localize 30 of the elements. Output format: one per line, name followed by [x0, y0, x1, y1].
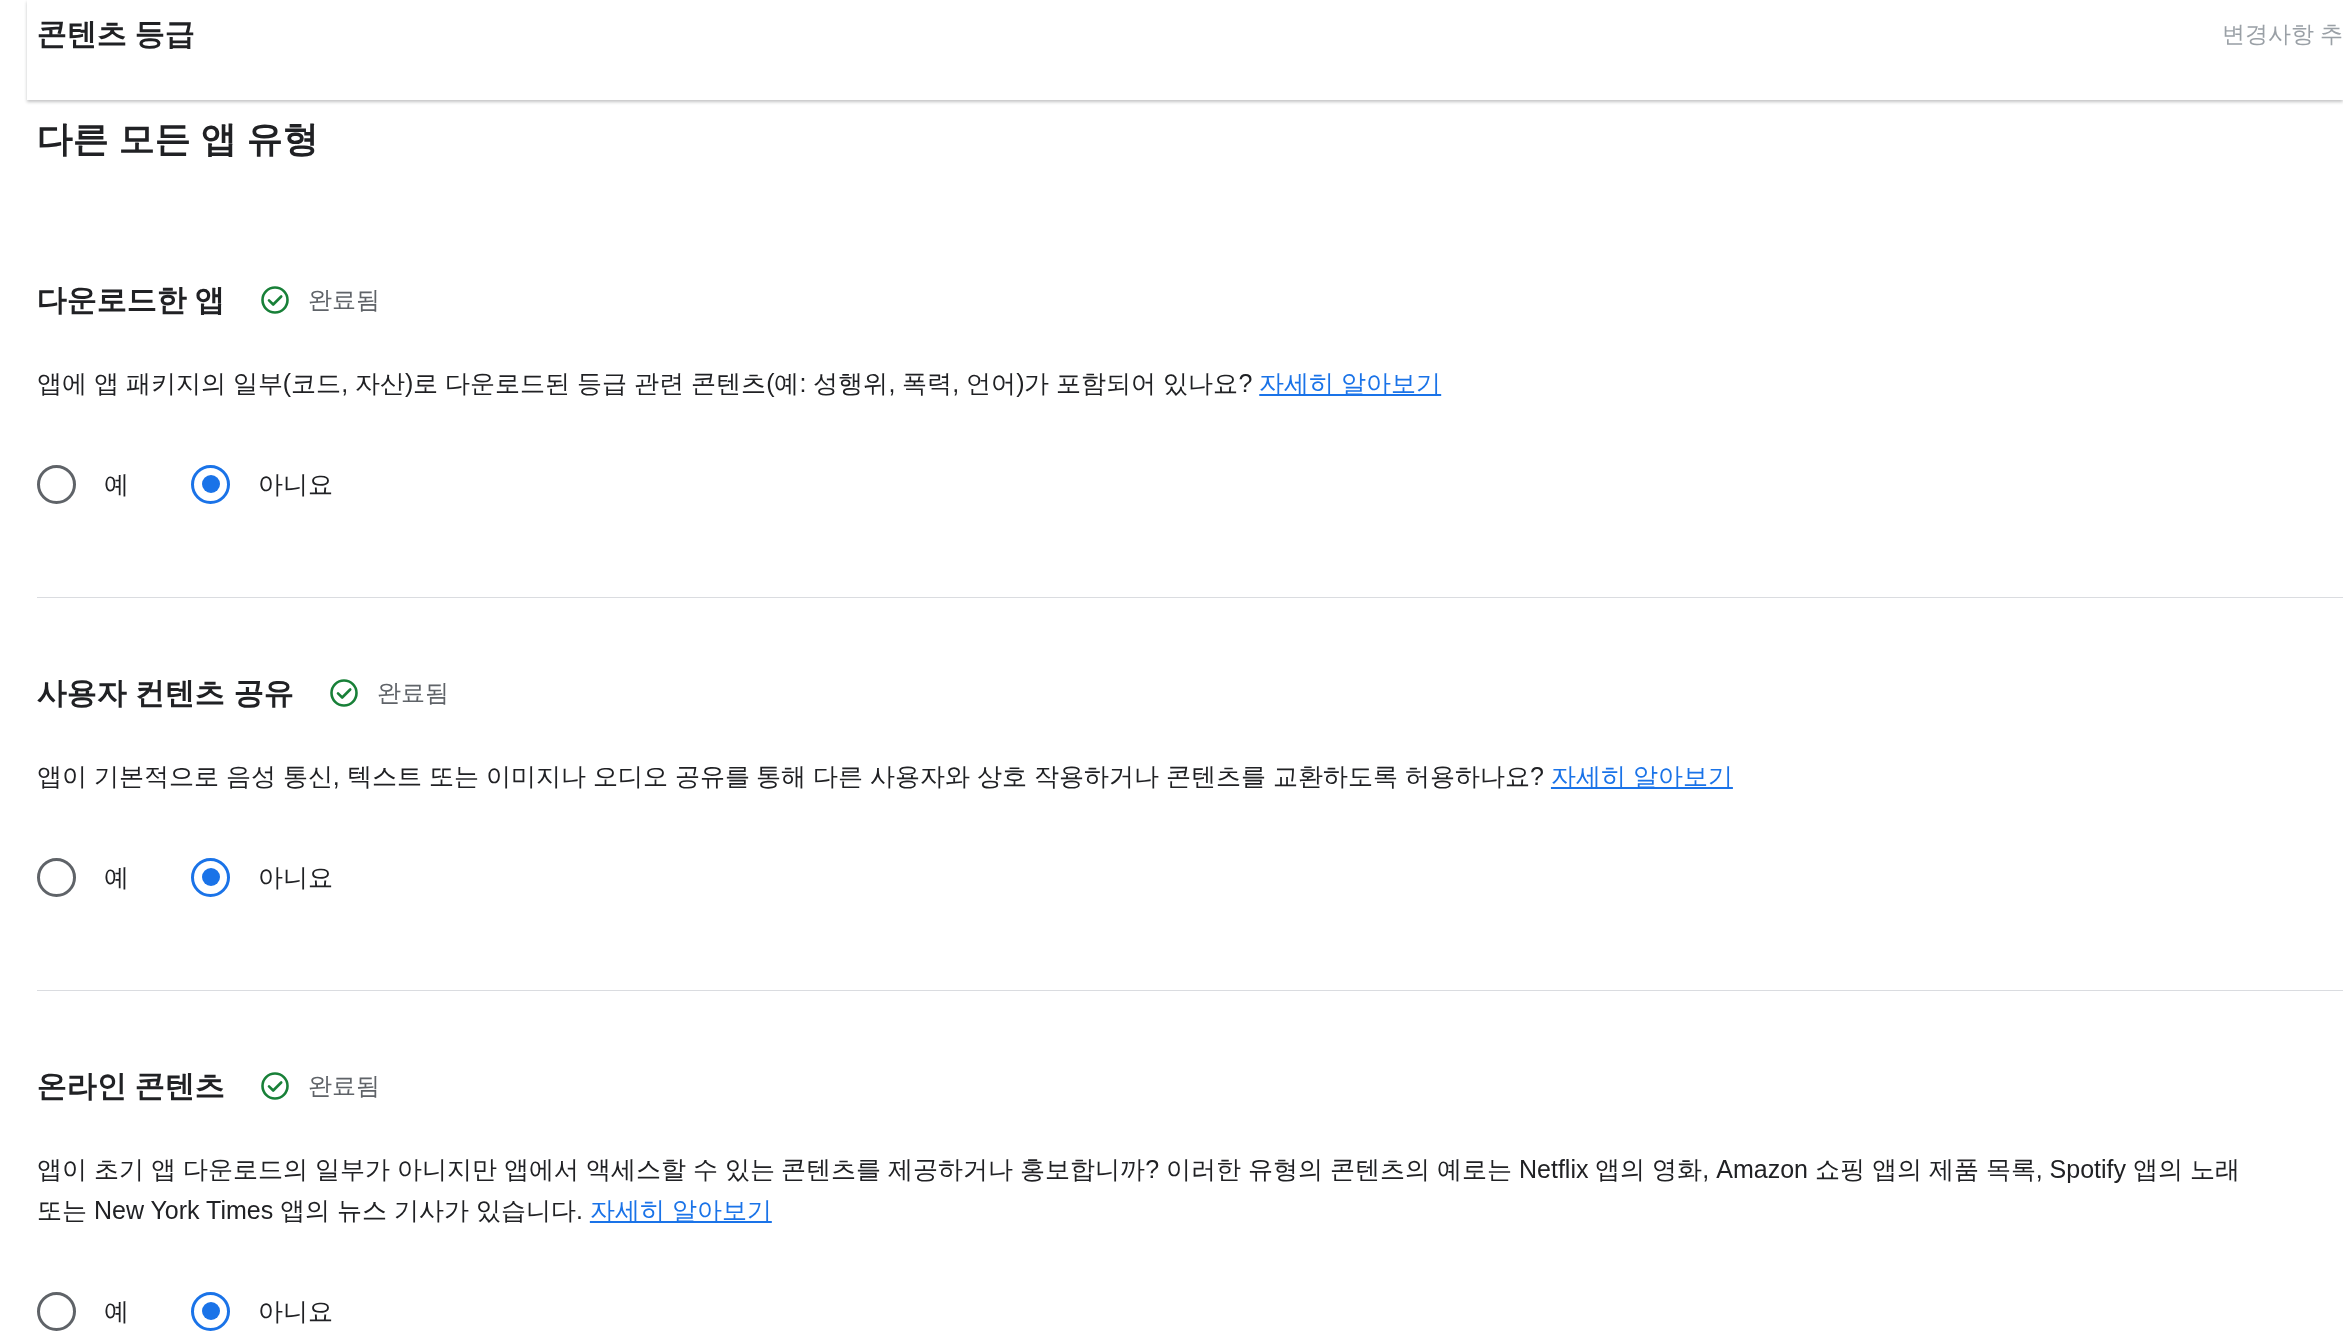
radio-label: 아니요	[258, 469, 333, 500]
question-text: 앱이 초기 앱 다운로드의 일부가 아니지만 앱에서 액세스할 수 있는 콘텐츠를 제공하거나 홍보합니까? 이러한 유형의 콘텐츠의 예로는 Netflix 앱의 영화, Amazon 쇼핑 앱의 제품 목록, Spotify 앱의 노래 또는 New York Times 앱의 뉴스 기사가 있습니다. 자세히 알아보기	[37, 1154, 2241, 1226]
status-text: 완료됨	[308, 285, 381, 315]
radio-label: 아니요	[258, 862, 333, 893]
radio-button[interactable]	[191, 464, 230, 504]
radio-button[interactable]	[37, 464, 76, 504]
radio-button[interactable]	[37, 857, 76, 897]
status-text: 완료됨	[308, 1071, 381, 1101]
page-title: 다른 모든 앱 유형	[37, 117, 320, 161]
status-text: 완료됨	[376, 678, 449, 708]
learn-more-link[interactable]: 자세히 알아보기	[1550, 762, 1733, 790]
check-circle-icon	[328, 678, 359, 708]
radio-label: 예	[104, 862, 129, 893]
learn-more-link[interactable]: 자세히 알아보기	[1259, 369, 1442, 397]
radio-label: 예	[104, 469, 129, 500]
check-circle-icon	[260, 285, 291, 315]
section-title: 다운로드한 앱	[37, 282, 226, 318]
page-header-title: 콘텐츠 등급	[37, 16, 196, 52]
radio-button[interactable]	[37, 1291, 76, 1331]
radio-label: 아니요	[258, 1296, 333, 1327]
radio-button[interactable]	[191, 1291, 230, 1331]
header-side-text: 변경사항 추	[2221, 20, 2343, 49]
radio-label: 예	[104, 1296, 129, 1327]
learn-more-link[interactable]: 자세히 알아보기	[589, 1196, 772, 1224]
question-text: 앱이 기본적으로 음성 통신, 텍스트 또는 이미지나 오디오 공유를 통해 다른 사용자와 상호 작용하거나 콘텐츠를 교환하도록 허용하나요? 자세히 알아보기	[37, 761, 1734, 792]
check-circle-icon	[260, 1071, 291, 1101]
question-text: 앱에 앱 패키지의 일부(코드, 자산)로 다운로드된 등급 관련 콘텐츠(예: 성행위, 폭력, 언어)가 포함되어 있나요? 자세히 알아보기	[37, 368, 1443, 399]
section-title: 온라인 콘텐츠	[37, 1068, 226, 1104]
section-title: 사용자 컨텐츠 공유	[37, 675, 294, 711]
radio-button[interactable]	[191, 857, 230, 897]
